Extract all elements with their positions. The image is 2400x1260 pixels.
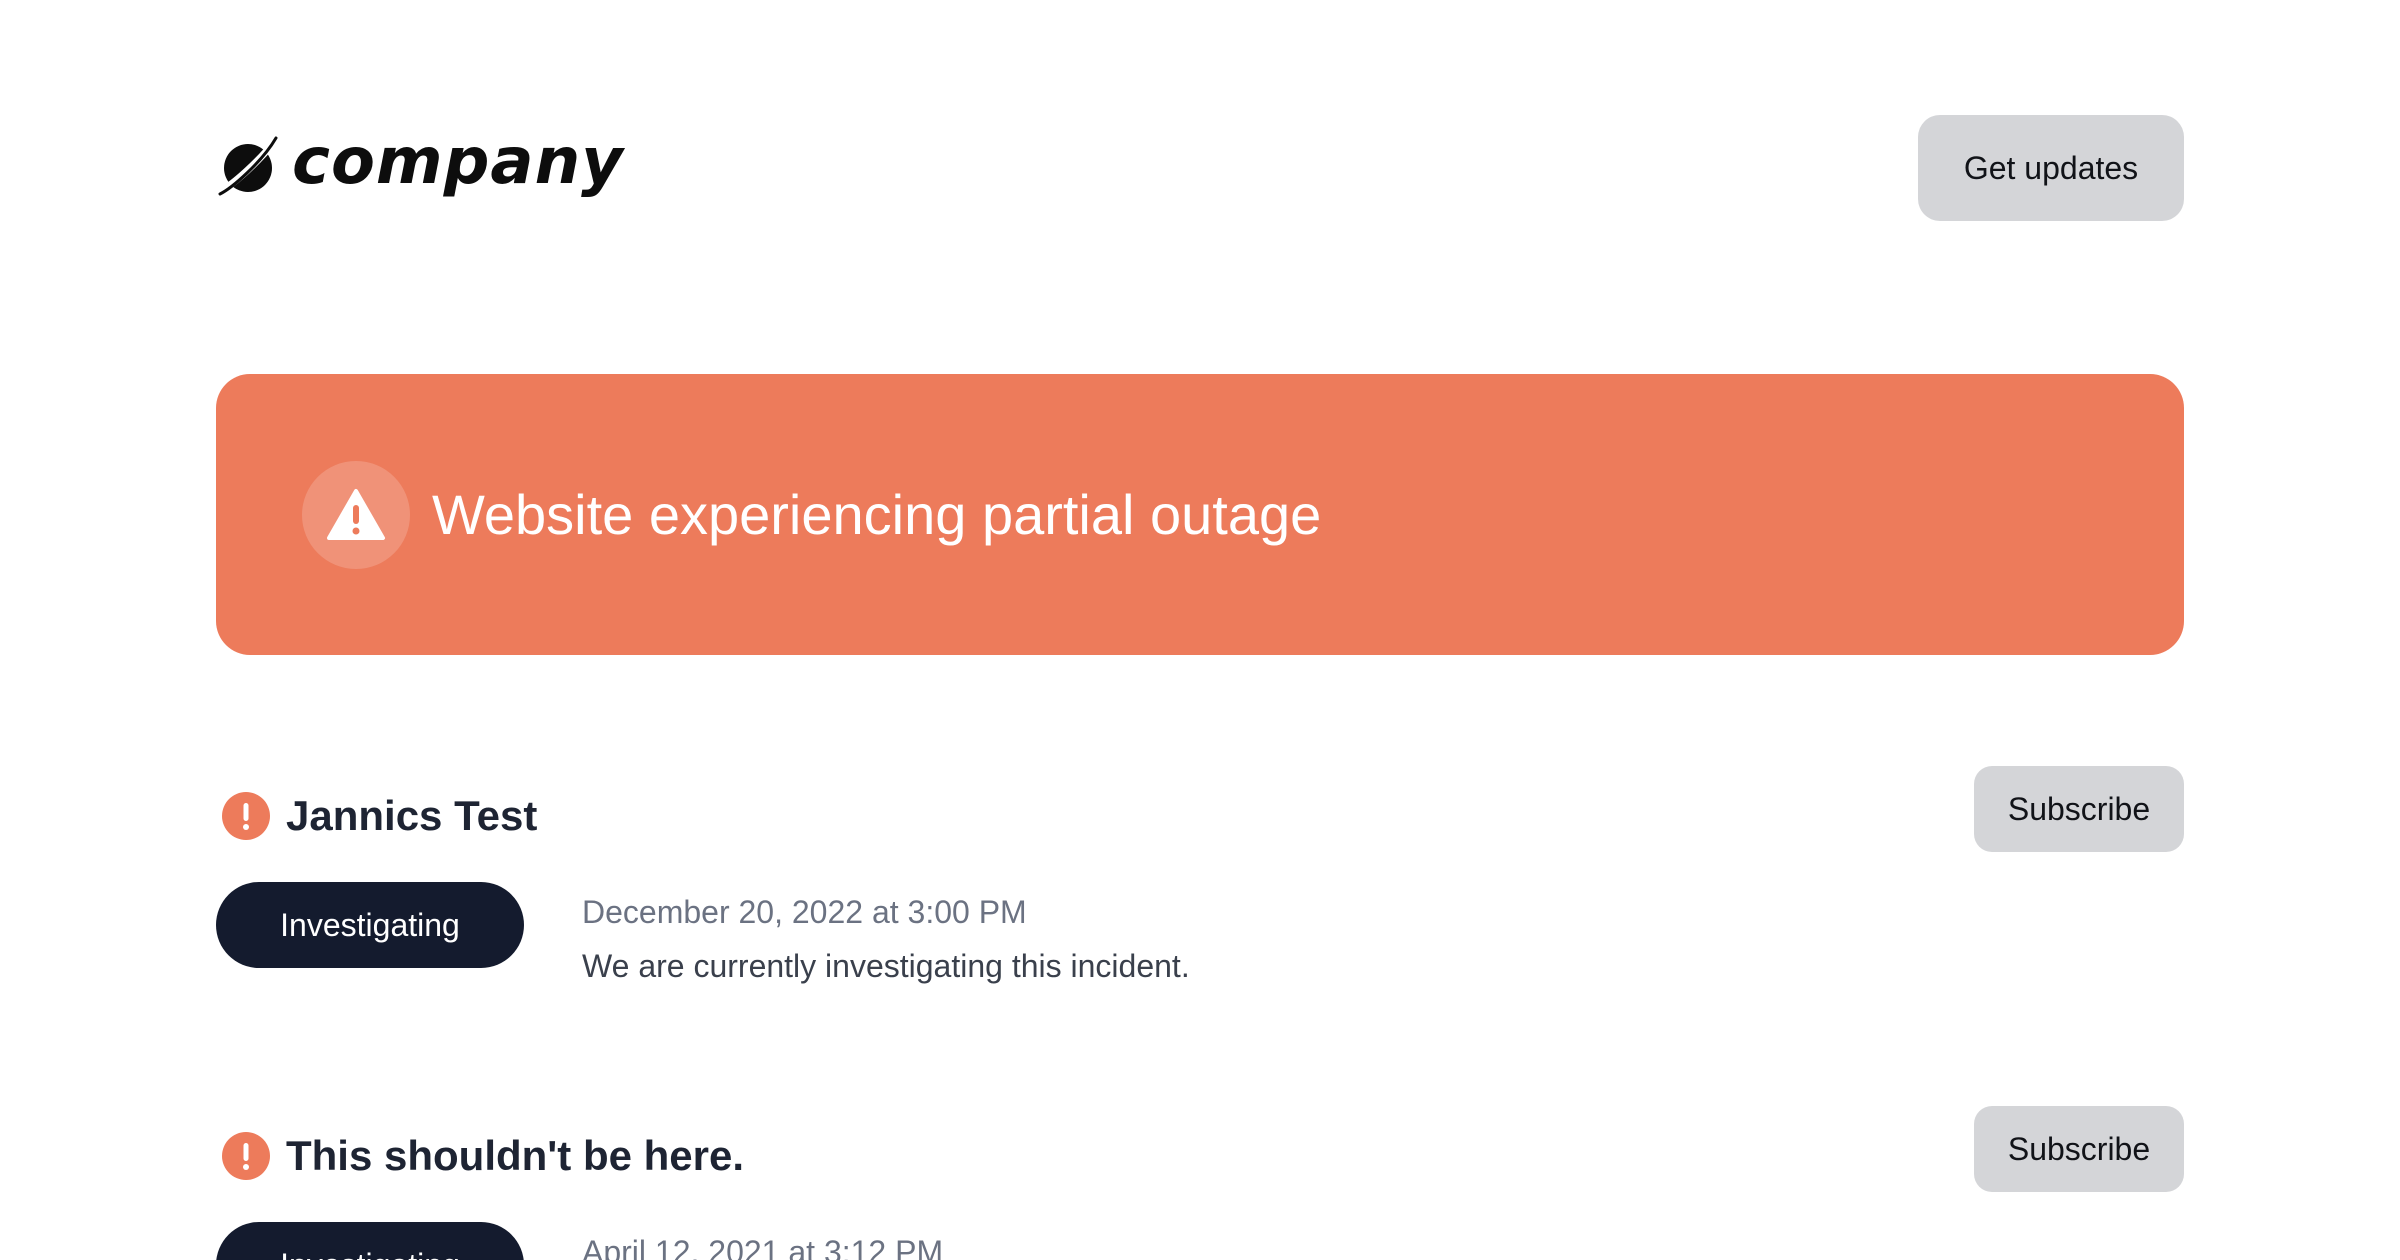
incident-header: Jannics Test bbox=[216, 786, 537, 846]
warning-icon-circle bbox=[302, 460, 410, 569]
incident-header: This shouldn't be here. bbox=[216, 1126, 744, 1186]
update-timestamp: April 12, 2021 at 3:12 PM bbox=[582, 1234, 944, 1260]
company-logo[interactable]: company bbox=[216, 128, 624, 204]
incident-title[interactable]: Jannics Test bbox=[286, 792, 537, 840]
subscribe-button[interactable]: Subscribe bbox=[1974, 1106, 2184, 1192]
planet-logo-icon bbox=[218, 136, 278, 196]
warning-triangle-icon bbox=[327, 488, 385, 540]
get-updates-button[interactable]: Get updates bbox=[1918, 115, 2184, 221]
status-banner: Website experiencing partial outage bbox=[216, 374, 2184, 655]
subscribe-button[interactable]: Subscribe bbox=[1974, 766, 2184, 852]
banner-message: Website experiencing partial outage bbox=[432, 483, 1322, 546]
exclamation-icon bbox=[243, 803, 249, 830]
exclamation-icon bbox=[243, 1143, 249, 1170]
status-badge: Investigating bbox=[216, 882, 524, 968]
alert-icon bbox=[222, 1132, 270, 1180]
status-page: company Get updates Website experiencing… bbox=[0, 0, 2400, 1260]
logo-text: company bbox=[292, 125, 624, 199]
update-timestamp: December 20, 2022 at 3:00 PM bbox=[582, 894, 1027, 930]
update-message: We are currently investigating this inci… bbox=[582, 948, 1190, 984]
alert-icon bbox=[222, 792, 270, 840]
incident-title[interactable]: This shouldn't be here. bbox=[286, 1132, 744, 1180]
status-badge: Investigating bbox=[216, 1222, 524, 1260]
